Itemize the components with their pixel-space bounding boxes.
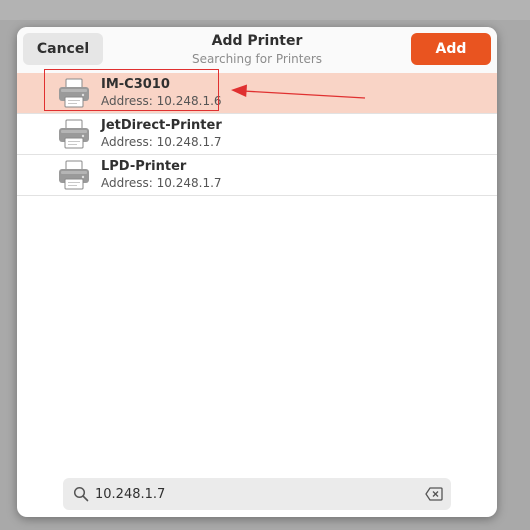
dialog-title-group: Add Printer Searching for Printers bbox=[117, 33, 397, 67]
search-icon bbox=[73, 486, 89, 502]
printer-row-jetdirect-printer[interactable]: JetDirect-Printer Address: 10.248.1.7 bbox=[17, 114, 497, 155]
printer-name: IM-C3010 bbox=[101, 77, 170, 92]
printer-address: Address: 10.248.1.7 bbox=[101, 135, 222, 149]
add-printer-dialog: Cancel Add Printer Searching for Printer… bbox=[17, 27, 497, 517]
cancel-button[interactable]: Cancel bbox=[23, 33, 103, 65]
dialog-subtitle: Searching for Printers bbox=[191, 52, 323, 66]
printer-icon bbox=[59, 160, 89, 190]
printer-name: LPD-Printer bbox=[101, 159, 187, 174]
add-button[interactable]: Add bbox=[411, 33, 491, 65]
search-bar[interactable] bbox=[63, 478, 451, 510]
search-input[interactable] bbox=[95, 478, 415, 510]
backspace-clear-icon[interactable] bbox=[425, 487, 443, 501]
printer-row-im-c3010[interactable]: IM-C3010 Address: 10.248.1.6 bbox=[17, 73, 497, 114]
printer-icon bbox=[59, 119, 89, 149]
printer-row-lpd-printer[interactable]: LPD-Printer Address: 10.248.1.7 bbox=[17, 155, 497, 196]
printer-address: Address: 10.248.1.7 bbox=[101, 176, 222, 190]
dialog-header: Cancel Add Printer Searching for Printer… bbox=[17, 27, 497, 74]
backdrop-window-strip bbox=[0, 0, 530, 20]
printer-name: JetDirect-Printer bbox=[101, 118, 222, 133]
printer-address: Address: 10.248.1.6 bbox=[101, 94, 222, 108]
dialog-title: Add Printer bbox=[211, 33, 303, 49]
printer-list: IM-C3010 Address: 10.248.1.6 JetDirect-P… bbox=[17, 73, 497, 196]
printer-icon bbox=[59, 78, 89, 108]
